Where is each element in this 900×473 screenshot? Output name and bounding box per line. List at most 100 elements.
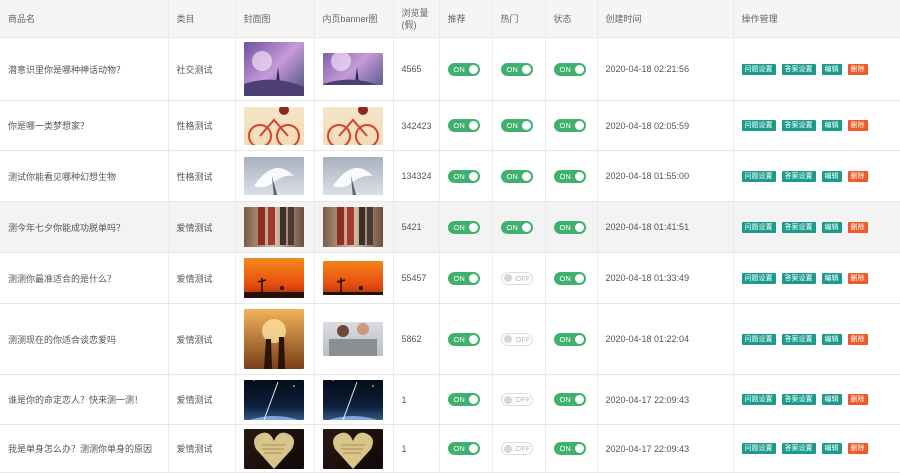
recommend-toggle[interactable]: ON	[447, 442, 480, 455]
product-category: 性格测试	[168, 150, 236, 202]
cover-cell	[235, 303, 315, 375]
delete-button[interactable]: 删除	[847, 443, 868, 455]
view-count: 134324	[393, 150, 440, 202]
status-toggle[interactable]: ON	[553, 220, 586, 234]
status-toggle[interactable]: ON	[553, 119, 586, 132]
hot-toggle[interactable]: ON	[500, 220, 533, 234]
question-settings-button[interactable]: 问题设置	[741, 333, 776, 345]
toggle-knob	[468, 171, 478, 181]
hot-toggle[interactable]: OFF	[500, 442, 533, 455]
delete-button[interactable]: 删除	[847, 272, 868, 284]
view-count: 5862	[393, 303, 440, 375]
product-category: 社交测试	[168, 37, 236, 101]
edit-button[interactable]: 编辑	[821, 63, 842, 75]
edit-button[interactable]: 编辑	[821, 443, 842, 455]
bicycle-dream-image	[243, 106, 304, 145]
ops-cell: 问题设置 答案设置 编辑 删除	[733, 37, 900, 101]
table-row: 测试你能看见哪种幻想生物 性格测试 134324 ON ON ON 2020-04-18 0…	[0, 150, 900, 202]
hot-toggle[interactable]: OFF	[500, 332, 533, 346]
product-category: 爱情测试	[168, 303, 236, 375]
toggle-knob	[574, 222, 584, 232]
toggle-label: ON	[506, 171, 518, 181]
question-settings-button[interactable]: 问题设置	[741, 170, 776, 182]
delete-button[interactable]: 删除	[847, 120, 868, 132]
question-settings-button[interactable]: 问题设置	[741, 63, 776, 75]
delete-button[interactable]: 删除	[847, 333, 868, 345]
recommend-toggle[interactable]: ON	[447, 220, 480, 234]
answer-settings-button[interactable]: 答案设置	[781, 170, 816, 182]
recommend-toggle[interactable]: ON	[447, 62, 480, 76]
toggle-knob	[574, 395, 584, 404]
question-settings-button[interactable]: 问题设置	[741, 120, 776, 132]
status-toggle[interactable]: ON	[553, 442, 586, 455]
recommend-cell: ON	[439, 100, 493, 151]
bicycle-dream-image	[322, 106, 383, 145]
banner-cell	[314, 374, 394, 425]
hot-toggle[interactable]: ON	[500, 169, 533, 183]
toggle-label: ON	[453, 171, 465, 181]
recommend-toggle[interactable]: ON	[447, 169, 480, 183]
hot-toggle[interactable]: OFF	[500, 271, 533, 285]
cover-cell	[235, 252, 315, 304]
toggle-knob	[521, 222, 531, 232]
toggle-label: ON	[559, 395, 571, 404]
status-toggle[interactable]: ON	[553, 271, 586, 285]
toggle-knob	[574, 444, 584, 453]
product-name: 测测现在的你适合谈恋爱吗	[0, 303, 169, 375]
toggle-knob	[468, 64, 478, 74]
answer-settings-button[interactable]: 答案设置	[781, 63, 816, 75]
question-settings-button[interactable]: 问题设置	[741, 221, 776, 233]
col-category: 类目	[168, 0, 236, 38]
status-cell: ON	[545, 374, 598, 425]
hot-toggle[interactable]: OFF	[500, 393, 533, 406]
delete-button[interactable]: 删除	[847, 394, 868, 406]
col-cover: 封面图	[235, 0, 315, 38]
edit-button[interactable]: 编辑	[821, 272, 842, 284]
hot-toggle[interactable]: ON	[500, 62, 533, 76]
toggle-knob	[503, 274, 512, 282]
delete-button[interactable]: 删除	[847, 63, 868, 75]
edit-button[interactable]: 编辑	[821, 394, 842, 406]
hot-cell: OFF	[492, 424, 546, 473]
fantasy-castle-image	[322, 53, 383, 85]
recommend-toggle[interactable]: ON	[447, 271, 480, 285]
product-name: 你是哪一类梦想家？	[0, 100, 169, 151]
status-toggle[interactable]: ON	[553, 393, 586, 406]
toggle-knob	[468, 444, 478, 453]
question-settings-button[interactable]: 问题设置	[741, 272, 776, 284]
toggle-label: ON	[559, 273, 571, 283]
answer-settings-button[interactable]: 答案设置	[781, 333, 816, 345]
created-time: 2020-04-17 22:09:43	[597, 424, 734, 473]
answer-settings-button[interactable]: 答案设置	[781, 272, 816, 284]
ops-cell: 问题设置 答案设置 编辑 删除	[733, 100, 900, 151]
status-toggle[interactable]: ON	[553, 62, 586, 76]
toggle-label: ON	[559, 222, 571, 232]
col-banner: 内页banner图	[314, 0, 394, 38]
recommend-toggle[interactable]: ON	[447, 119, 480, 132]
edit-button[interactable]: 编辑	[821, 333, 842, 345]
hot-cell: OFF	[492, 303, 546, 375]
answer-settings-button[interactable]: 答案设置	[781, 443, 816, 455]
answer-settings-button[interactable]: 答案设置	[781, 221, 816, 233]
edit-button[interactable]: 编辑	[821, 170, 842, 182]
status-toggle[interactable]: ON	[553, 332, 586, 346]
answer-settings-button[interactable]: 答案设置	[781, 394, 816, 406]
cover-cell	[235, 374, 315, 425]
ops-cell: 问题设置 答案设置 编辑 删除	[733, 303, 900, 375]
edit-button[interactable]: 编辑	[821, 221, 842, 233]
recommend-toggle[interactable]: ON	[447, 393, 480, 406]
recommend-toggle[interactable]: ON	[447, 332, 480, 346]
toggle-knob	[574, 171, 584, 181]
answer-settings-button[interactable]: 答案设置	[781, 120, 816, 132]
hot-cell: ON	[492, 100, 546, 151]
delete-button[interactable]: 删除	[847, 221, 868, 233]
toggle-knob	[574, 334, 584, 344]
hot-toggle[interactable]: ON	[500, 119, 533, 132]
toggle-knob	[468, 121, 478, 130]
delete-button[interactable]: 删除	[847, 170, 868, 182]
edit-button[interactable]: 编辑	[821, 120, 842, 132]
question-settings-button[interactable]: 问题设置	[741, 443, 776, 455]
status-toggle[interactable]: ON	[553, 169, 586, 183]
question-settings-button[interactable]: 问题设置	[741, 394, 776, 406]
toggle-label: ON	[559, 171, 571, 181]
